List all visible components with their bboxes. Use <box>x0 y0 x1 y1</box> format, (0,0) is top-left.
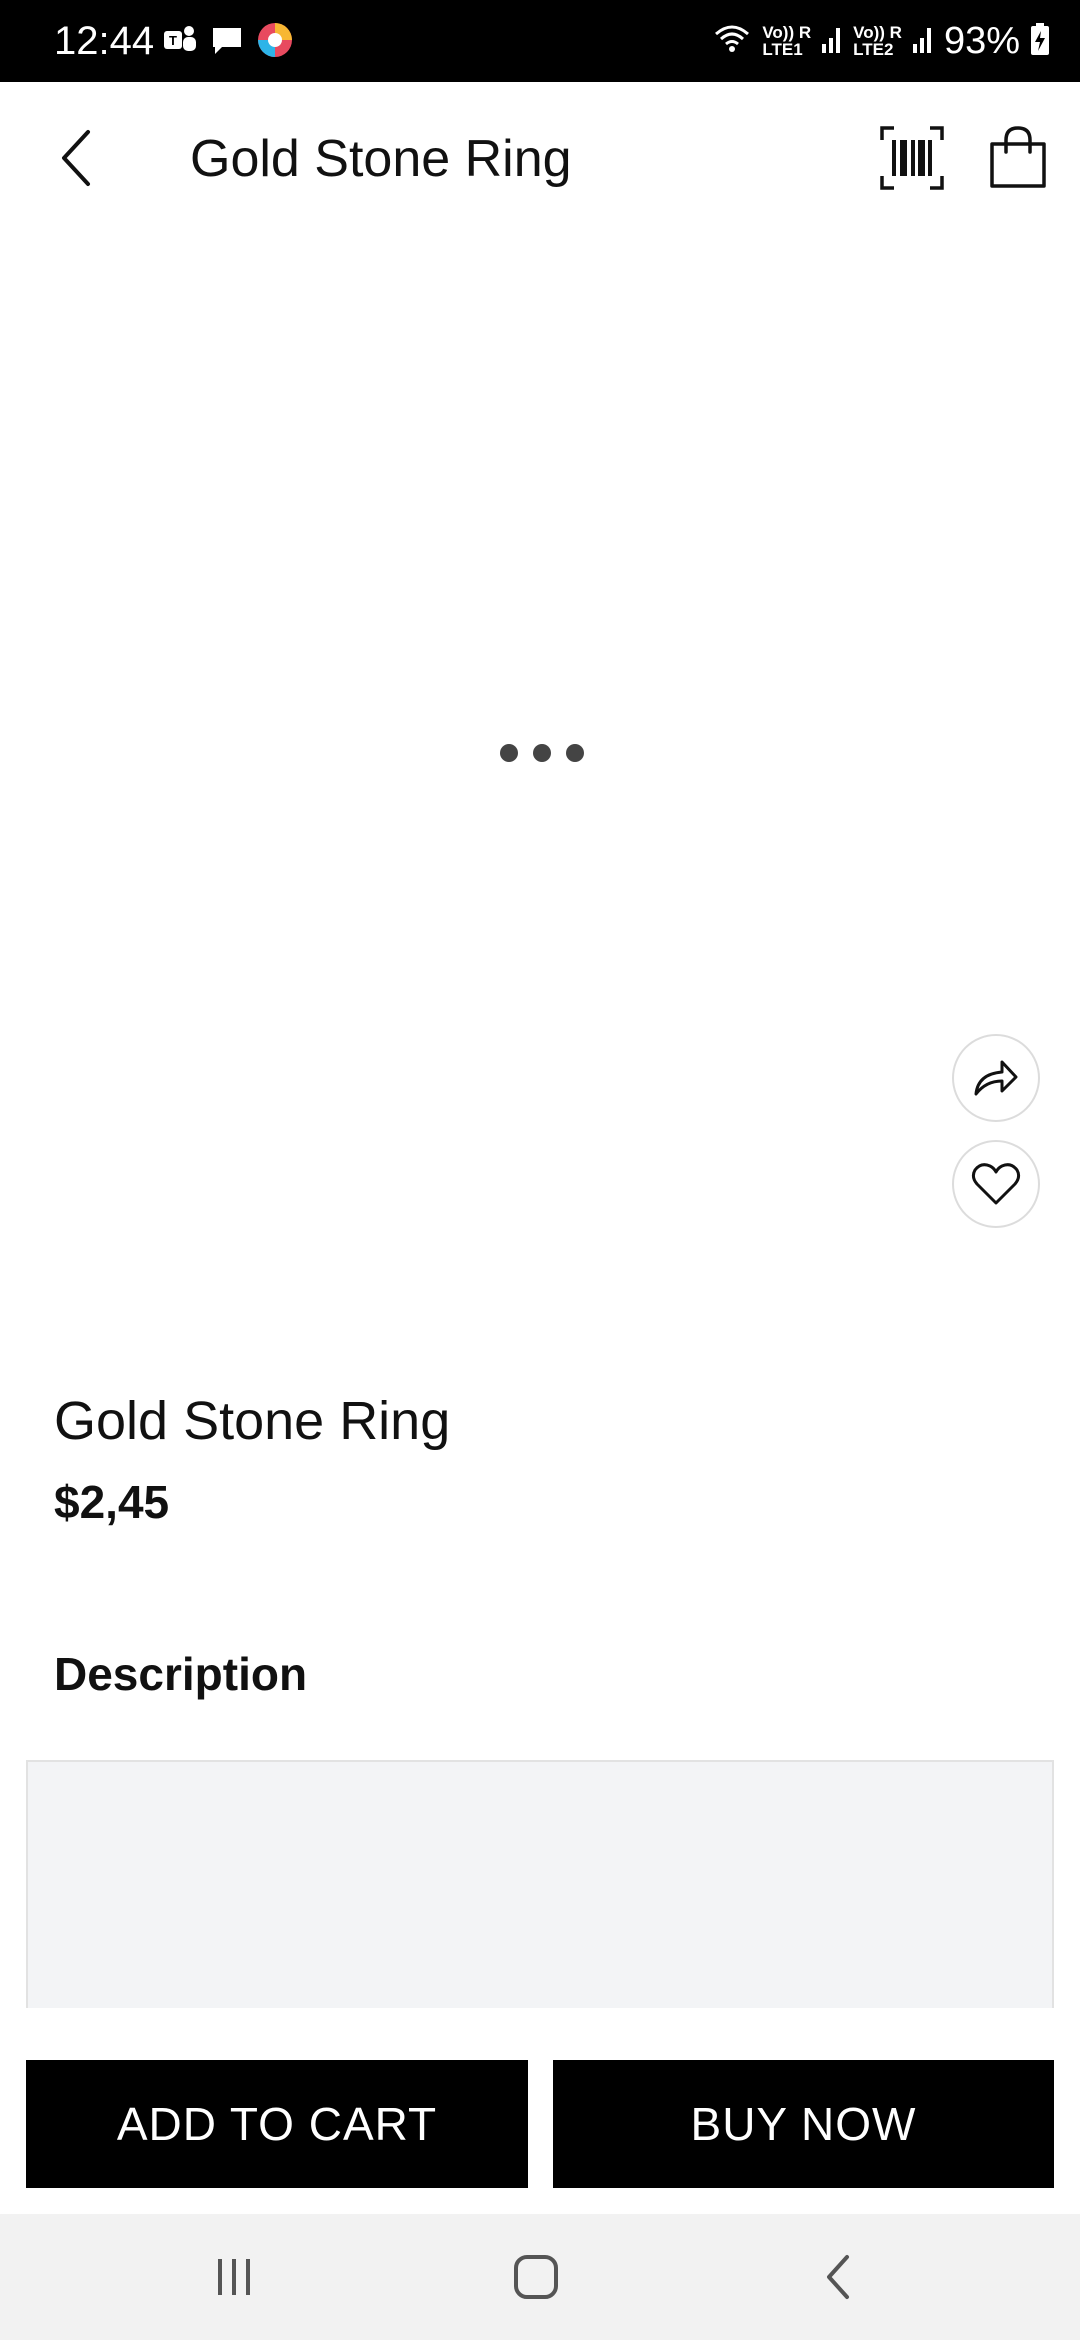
signal-icon <box>821 24 843 59</box>
share-icon <box>974 1060 1018 1096</box>
share-button[interactable] <box>952 1034 1040 1122</box>
heart-icon <box>971 1163 1021 1205</box>
system-nav-bar <box>0 2214 1080 2340</box>
product-image-area[interactable] <box>0 232 1080 1282</box>
recents-button[interactable] <box>174 2240 294 2314</box>
teams-icon: T <box>162 23 198 62</box>
product-name: Gold Stone Ring <box>54 1391 451 1451</box>
page-title: Gold Stone Ring <box>190 130 572 188</box>
status-time: 12:44 <box>54 19 155 63</box>
status-bar: 12:44 T Vo)) R LTE1 Vo)) R LTE2 93% <box>0 0 1080 82</box>
description-content <box>26 1760 1054 2008</box>
system-back-button[interactable] <box>778 2240 898 2314</box>
buy-now-button[interactable]: BUY NOW <box>553 2060 1054 2188</box>
back-arrow-icon <box>62 130 90 186</box>
product-price: $2,45 <box>54 1476 170 1528</box>
battery-level: 93% <box>943 20 1020 62</box>
loading-indicator <box>500 742 584 764</box>
svg-text:T: T <box>169 33 177 48</box>
notification-icons: T <box>162 20 294 64</box>
barcode-scan-button[interactable] <box>880 126 944 190</box>
shopping-bag-icon <box>990 126 1046 188</box>
shopping-bag-button[interactable] <box>988 124 1052 192</box>
add-to-cart-button[interactable]: ADD TO CART <box>26 2060 528 2188</box>
wishlist-button[interactable] <box>952 1140 1040 1228</box>
home-icon <box>514 2255 558 2299</box>
battery-charging-icon <box>1030 22 1050 61</box>
app-bar: Gold Stone Ring <box>0 82 1080 232</box>
sim2-label: Vo)) R LTE2 <box>853 23 902 59</box>
action-bar: ADD TO CART BUY NOW <box>0 2008 1080 2214</box>
description-heading: Description <box>54 1648 308 1700</box>
signal-icon <box>912 24 934 59</box>
barcode-icon <box>880 126 944 190</box>
status-right: Vo)) R LTE1 Vo)) R LTE2 93% <box>712 16 1050 66</box>
message-icon <box>210 23 244 62</box>
home-button[interactable] <box>476 2240 596 2314</box>
browser-icon <box>256 21 294 64</box>
wifi-icon <box>712 22 752 61</box>
sim1-label: Vo)) R LTE1 <box>762 23 812 59</box>
recents-icon <box>218 2259 250 2295</box>
back-button[interactable] <box>44 118 108 198</box>
back-icon <box>827 2255 849 2299</box>
